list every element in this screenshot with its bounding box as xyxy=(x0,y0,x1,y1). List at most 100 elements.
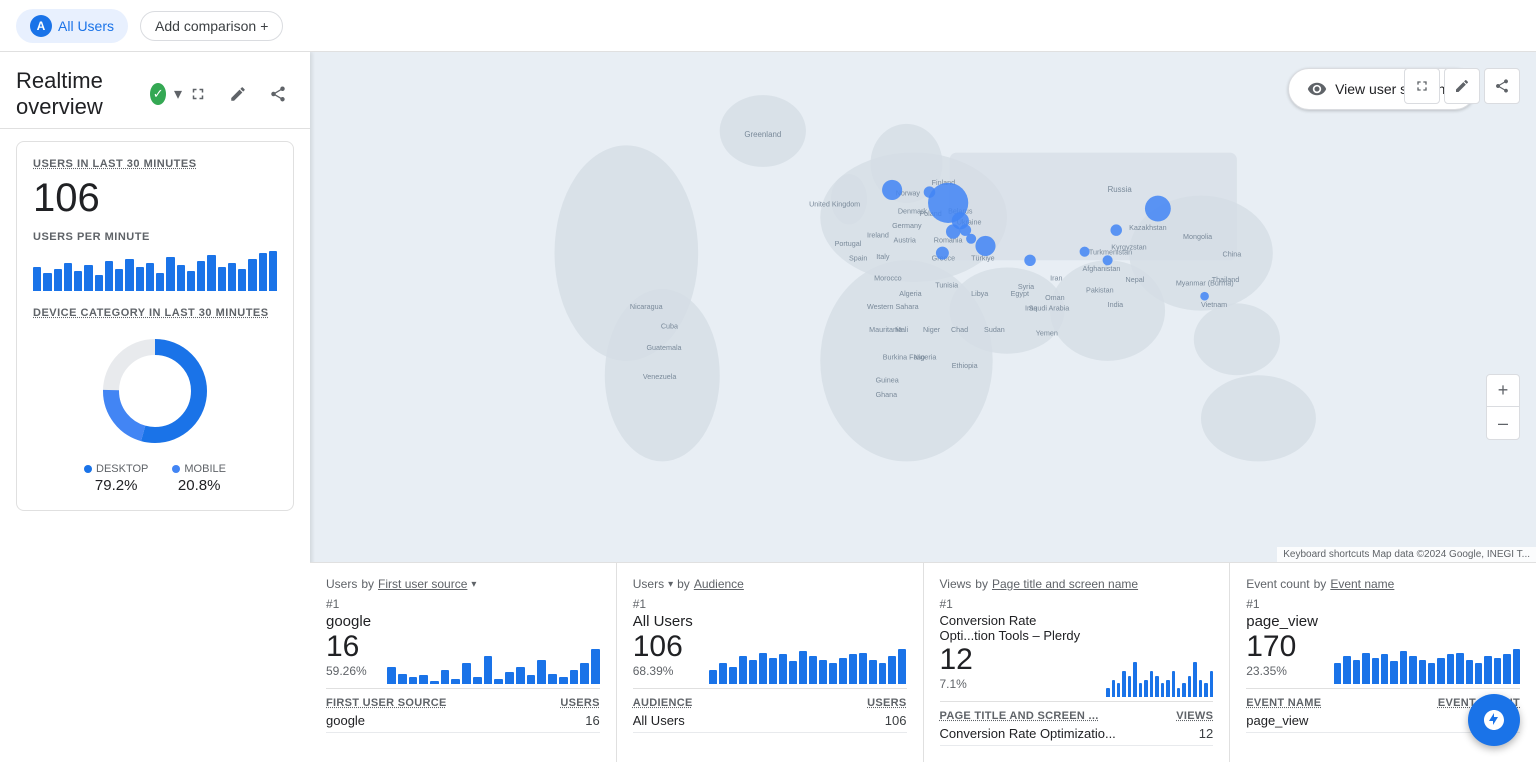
svg-text:Niger: Niger xyxy=(923,326,941,334)
users-stats-card: USERS IN LAST 30 MINUTES 106 USERS PER M… xyxy=(16,141,294,511)
bar xyxy=(54,269,62,291)
zoom-in-button[interactable]: + xyxy=(1487,375,1519,407)
svg-text:Thailand: Thailand xyxy=(1212,276,1240,284)
bar xyxy=(146,263,154,291)
map-attribution: Keyboard shortcuts Map data ©2024 Google… xyxy=(1277,547,1536,562)
svg-text:India: India xyxy=(1108,301,1124,309)
svg-text:Iran: Iran xyxy=(1050,274,1062,282)
svg-text:Kazakhstan: Kazakhstan xyxy=(1129,224,1166,232)
svg-text:Kyrgyzstan: Kyrgyzstan xyxy=(1111,244,1146,252)
svg-text:Austria: Austria xyxy=(894,236,916,244)
bar xyxy=(43,273,51,291)
fab-button[interactable] xyxy=(1468,694,1520,746)
bar xyxy=(269,251,277,291)
svg-text:Nigeria: Nigeria xyxy=(914,353,937,361)
card-audience: Users ▾ by Audience #1 All Users 106 68.… xyxy=(617,562,924,762)
zoom-out-button[interactable]: – xyxy=(1487,407,1519,439)
bar xyxy=(74,271,82,291)
realtime-title: Realtime overview xyxy=(16,68,142,120)
bottom-cards-row: Users by First user source ▾ #1 google 1… xyxy=(310,562,1536,762)
bar xyxy=(177,265,185,291)
user-label: All Users xyxy=(58,18,114,34)
chevron-down-icon[interactable]: ▾ xyxy=(174,84,182,104)
header-actions xyxy=(182,78,294,110)
device-legend: DESKTOP 79.2% MOBILE 20.8% xyxy=(33,463,277,494)
card4-title: Event count by Event name xyxy=(1246,577,1520,591)
card1-title: Users by First user source ▾ xyxy=(326,577,600,591)
bubble xyxy=(1145,196,1171,222)
svg-text:Yemen: Yemen xyxy=(1036,330,1058,338)
card4-top-name: page_view xyxy=(1246,613,1318,630)
svg-text:Mali: Mali xyxy=(895,326,909,334)
card2-num-row: All Users 106 68.39% xyxy=(633,613,907,684)
svg-text:Ghana: Ghana xyxy=(876,391,898,399)
table-row: Conversion Rate Optimizatio... 12 xyxy=(940,722,1214,746)
fullscreen-icon[interactable] xyxy=(182,78,214,110)
bar xyxy=(259,253,267,291)
add-comparison-label: Add comparison xyxy=(155,18,256,34)
bubble xyxy=(1080,247,1090,257)
card2-bar-chart xyxy=(709,649,907,684)
bar xyxy=(125,259,133,291)
bar xyxy=(33,267,41,291)
bar xyxy=(218,267,226,291)
bubble xyxy=(1103,255,1113,265)
svg-text:Libya: Libya xyxy=(971,290,988,298)
card1-bar-chart xyxy=(387,649,600,684)
svg-text:China: China xyxy=(1223,251,1242,259)
bar xyxy=(238,269,246,291)
main-content: Realtime overview ✓ ▾ USERS IN LAST 30 M… xyxy=(0,52,1536,762)
donut-chart xyxy=(95,331,215,451)
card2-percent: 68.39% xyxy=(633,664,693,678)
bubble xyxy=(946,224,960,238)
users-label: USERS IN LAST 30 MINUTES xyxy=(33,158,277,170)
card3-bar-chart xyxy=(1106,662,1213,697)
bubble xyxy=(882,180,902,200)
card4-num-row: page_view 170 23.35% xyxy=(1246,613,1520,684)
svg-text:Morocco: Morocco xyxy=(874,274,902,282)
add-comparison-button[interactable]: Add comparison + xyxy=(140,11,283,41)
card3-rank: #1 xyxy=(940,597,1214,611)
share-icon[interactable] xyxy=(262,78,294,110)
map-area[interactable]: Greenland United Kingdom Ireland Norway … xyxy=(310,52,1536,762)
desktop-dot xyxy=(84,465,92,473)
svg-text:Mongolia: Mongolia xyxy=(1183,233,1212,241)
bar xyxy=(115,269,123,291)
svg-text:Romania: Romania xyxy=(934,236,963,244)
card4-count: 170 xyxy=(1246,630,1318,664)
map-action-icons xyxy=(1404,68,1520,104)
add-icon: + xyxy=(260,18,268,34)
bubble xyxy=(966,234,976,244)
svg-text:Tunisia: Tunisia xyxy=(935,282,958,290)
svg-text:Nepal: Nepal xyxy=(1126,276,1145,284)
bar xyxy=(64,263,72,291)
svg-text:Greenland: Greenland xyxy=(744,130,781,139)
edit-icon[interactable] xyxy=(222,78,254,110)
svg-text:Western Sahara: Western Sahara xyxy=(867,303,919,311)
card3-title: Views by Page title and screen name xyxy=(940,577,1214,591)
bar xyxy=(187,271,195,291)
svg-text:Russia: Russia xyxy=(1108,185,1133,194)
card2-title: Users ▾ by Audience xyxy=(633,577,907,591)
bar xyxy=(248,259,256,291)
map-fullscreen-icon[interactable] xyxy=(1404,68,1440,104)
table-row: google 16 xyxy=(326,709,600,733)
card2-table-header: AUDIENCE USERS xyxy=(633,688,907,709)
svg-text:Sudan: Sudan xyxy=(984,326,1005,334)
svg-text:Portugal: Portugal xyxy=(835,240,862,248)
card4-percent: 23.35% xyxy=(1246,664,1318,678)
world-map-svg: Greenland United Kingdom Ireland Norway … xyxy=(310,52,1536,562)
bubble xyxy=(1110,224,1121,235)
bubble xyxy=(1200,292,1209,301)
card2-rank: #1 xyxy=(633,597,907,611)
top-bar: A All Users Add comparison + xyxy=(0,0,1536,52)
map-share-icon[interactable] xyxy=(1484,68,1520,104)
svg-text:Vietnam: Vietnam xyxy=(1201,301,1227,309)
map-zoom-controls: + – xyxy=(1486,374,1520,440)
mobile-legend: MOBILE 20.8% xyxy=(172,463,226,494)
map-edit-icon[interactable] xyxy=(1444,68,1480,104)
svg-text:Guinea: Guinea xyxy=(876,376,899,384)
table-row: All Users 106 xyxy=(633,709,907,733)
user-chip[interactable]: A All Users xyxy=(16,9,128,43)
svg-text:Italy: Italy xyxy=(876,253,890,261)
